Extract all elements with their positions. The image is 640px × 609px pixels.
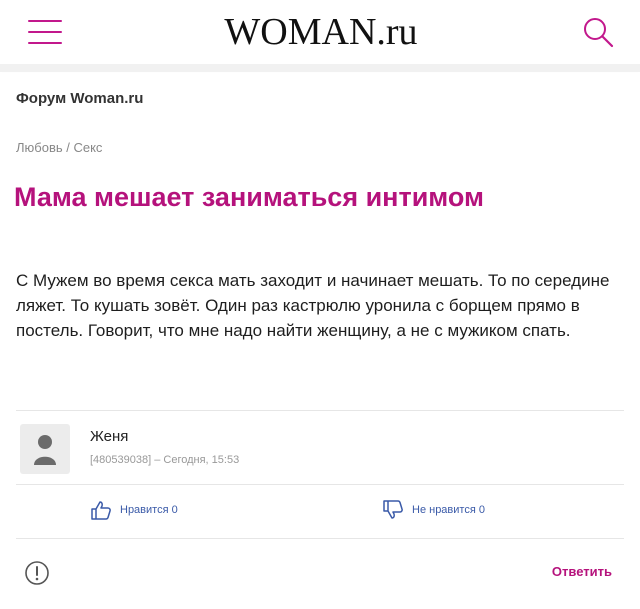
- user-icon[interactable]: [20, 424, 70, 474]
- hamburger-menu-icon[interactable]: [28, 20, 62, 44]
- reply-button[interactable]: Ответить: [552, 564, 612, 579]
- author-name[interactable]: Женя: [90, 428, 128, 445]
- divider: [16, 484, 624, 485]
- exclamation-icon[interactable]: [24, 560, 50, 586]
- forum-title[interactable]: Форум Woman.ru: [16, 90, 143, 107]
- top-bar: WOMAN.ru: [0, 0, 640, 64]
- site-logo[interactable]: WOMAN.ru: [224, 10, 417, 54]
- thumbs-up-icon: [91, 501, 111, 520]
- dislike-button[interactable]: Не нравится 0: [382, 500, 485, 520]
- like-button[interactable]: Нравится 0: [90, 500, 178, 520]
- header-separator: [0, 64, 640, 72]
- thumbs-down-icon: [383, 500, 403, 519]
- divider: [16, 410, 624, 411]
- author-meta: [480539038] – Сегодня, 15:53: [90, 454, 240, 466]
- post-body: С Мужем во время секса мать заходит и на…: [16, 271, 610, 340]
- search-icon[interactable]: [580, 14, 616, 50]
- divider: [16, 538, 624, 539]
- breadcrumb[interactable]: Любовь / Секс: [16, 140, 102, 155]
- like-label: Нравится 0: [120, 504, 178, 516]
- post-headline: Мама мешает заниматься интимом: [14, 182, 485, 212]
- dislike-label: Не нравится 0: [412, 504, 485, 516]
